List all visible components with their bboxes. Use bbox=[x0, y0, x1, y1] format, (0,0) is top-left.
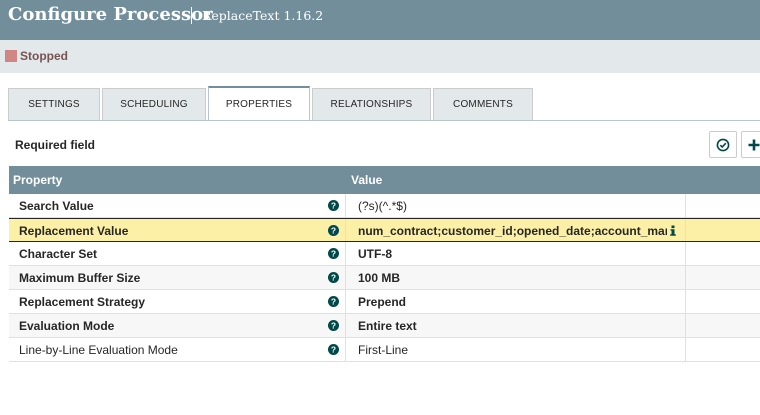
column-divider bbox=[345, 219, 346, 241]
status-bar: Stopped bbox=[0, 40, 760, 73]
table-row[interactable]: Evaluation Mode ? Entire text bbox=[9, 314, 760, 338]
add-property-button[interactable] bbox=[741, 131, 760, 158]
column-divider bbox=[345, 242, 346, 265]
svg-text:?: ? bbox=[331, 345, 336, 355]
tab-label: RELATIONSHIPS bbox=[330, 99, 413, 110]
column-divider bbox=[685, 242, 686, 265]
property-value[interactable]: Entire text bbox=[358, 319, 668, 333]
title-divider bbox=[191, 7, 192, 24]
column-divider bbox=[685, 266, 686, 289]
tab-label: COMMENTS bbox=[453, 99, 513, 110]
help-icon[interactable]: ? bbox=[328, 320, 339, 331]
column-header-property: Property bbox=[13, 173, 63, 187]
column-header-value: Value bbox=[351, 173, 383, 187]
tab-label: SETTINGS bbox=[28, 99, 80, 110]
property-name: Replacement Strategy bbox=[19, 295, 146, 309]
tab-scheduling[interactable]: SCHEDULING bbox=[102, 88, 206, 120]
help-icon[interactable]: ? bbox=[328, 272, 339, 283]
column-divider bbox=[685, 219, 686, 241]
tab-label: PROPERTIES bbox=[225, 98, 293, 110]
tab-properties[interactable]: PROPERTIES bbox=[208, 86, 310, 120]
property-value[interactable]: num_contract;customer_id;opened_date;acc… bbox=[358, 224, 667, 238]
svg-text:?: ? bbox=[331, 201, 336, 211]
property-value[interactable]: (?s)(^.*$) bbox=[358, 199, 668, 213]
property-value[interactable]: UTF-8 bbox=[358, 247, 668, 261]
column-divider bbox=[345, 314, 346, 337]
property-value[interactable]: 100 MB bbox=[358, 271, 668, 285]
svg-text:?: ? bbox=[331, 297, 336, 307]
status-label: Stopped bbox=[20, 49, 68, 63]
property-name: Maximum Buffer Size bbox=[19, 271, 141, 285]
table-row-selected[interactable]: Replacement Value ? num_contract;custome… bbox=[9, 218, 760, 242]
column-divider bbox=[345, 194, 346, 217]
tab-settings[interactable]: SETTINGS bbox=[8, 88, 100, 120]
verify-button[interactable] bbox=[709, 131, 737, 158]
help-icon[interactable]: ? bbox=[328, 200, 339, 211]
property-value[interactable]: Prepend bbox=[358, 295, 668, 309]
help-icon[interactable]: ? bbox=[328, 344, 339, 355]
required-field-label: Required field bbox=[15, 138, 96, 152]
help-icon[interactable]: ? bbox=[328, 225, 339, 236]
column-divider bbox=[685, 338, 686, 361]
table-row[interactable]: Maximum Buffer Size ? 100 MB bbox=[9, 266, 760, 290]
column-divider bbox=[345, 290, 346, 313]
property-name: Line-by-Line Evaluation Mode bbox=[19, 343, 178, 357]
tab-comments[interactable]: COMMENTS bbox=[433, 88, 533, 120]
help-icon[interactable]: ? bbox=[328, 296, 339, 307]
column-divider bbox=[345, 266, 346, 289]
info-icon[interactable] bbox=[669, 225, 677, 236]
svg-text:?: ? bbox=[331, 321, 336, 331]
tab-relationships[interactable]: RELATIONSHIPS bbox=[312, 88, 431, 120]
column-divider bbox=[685, 314, 686, 337]
verify-icon bbox=[716, 138, 730, 151]
help-icon[interactable]: ? bbox=[328, 248, 339, 259]
dialog-title: Configure Processor bbox=[8, 4, 213, 25]
dialog-header: Configure Processor ReplaceText 1.16.2 bbox=[0, 0, 760, 40]
add-property-icon bbox=[748, 139, 760, 150]
property-name: Evaluation Mode bbox=[19, 319, 115, 333]
column-divider bbox=[685, 290, 686, 313]
table-row[interactable]: Search Value ? (?s)(^.*$) bbox=[9, 194, 760, 218]
properties-table: Property Value Search Value ? (?s)(^.*$)… bbox=[9, 166, 760, 362]
property-value[interactable]: First-Line bbox=[358, 343, 668, 357]
column-divider bbox=[685, 194, 686, 217]
svg-text:?: ? bbox=[331, 273, 336, 283]
column-divider bbox=[345, 338, 346, 361]
property-name: Search Value bbox=[19, 199, 94, 213]
table-header: Property Value bbox=[9, 166, 760, 194]
table-row[interactable]: Character Set ? UTF-8 bbox=[9, 242, 760, 266]
svg-text:?: ? bbox=[331, 226, 336, 236]
table-row[interactable]: Line-by-Line Evaluation Mode ? First-Lin… bbox=[9, 338, 760, 362]
property-name: Character Set bbox=[19, 247, 98, 261]
svg-text:?: ? bbox=[331, 249, 336, 259]
stopped-icon bbox=[5, 50, 17, 62]
table-row[interactable]: Replacement Strategy ? Prepend bbox=[9, 290, 760, 314]
tab-label: SCHEDULING bbox=[120, 99, 188, 110]
tab-underline bbox=[8, 120, 760, 121]
property-name: Replacement Value bbox=[19, 224, 129, 238]
processor-type: ReplaceText 1.16.2 bbox=[202, 8, 324, 23]
